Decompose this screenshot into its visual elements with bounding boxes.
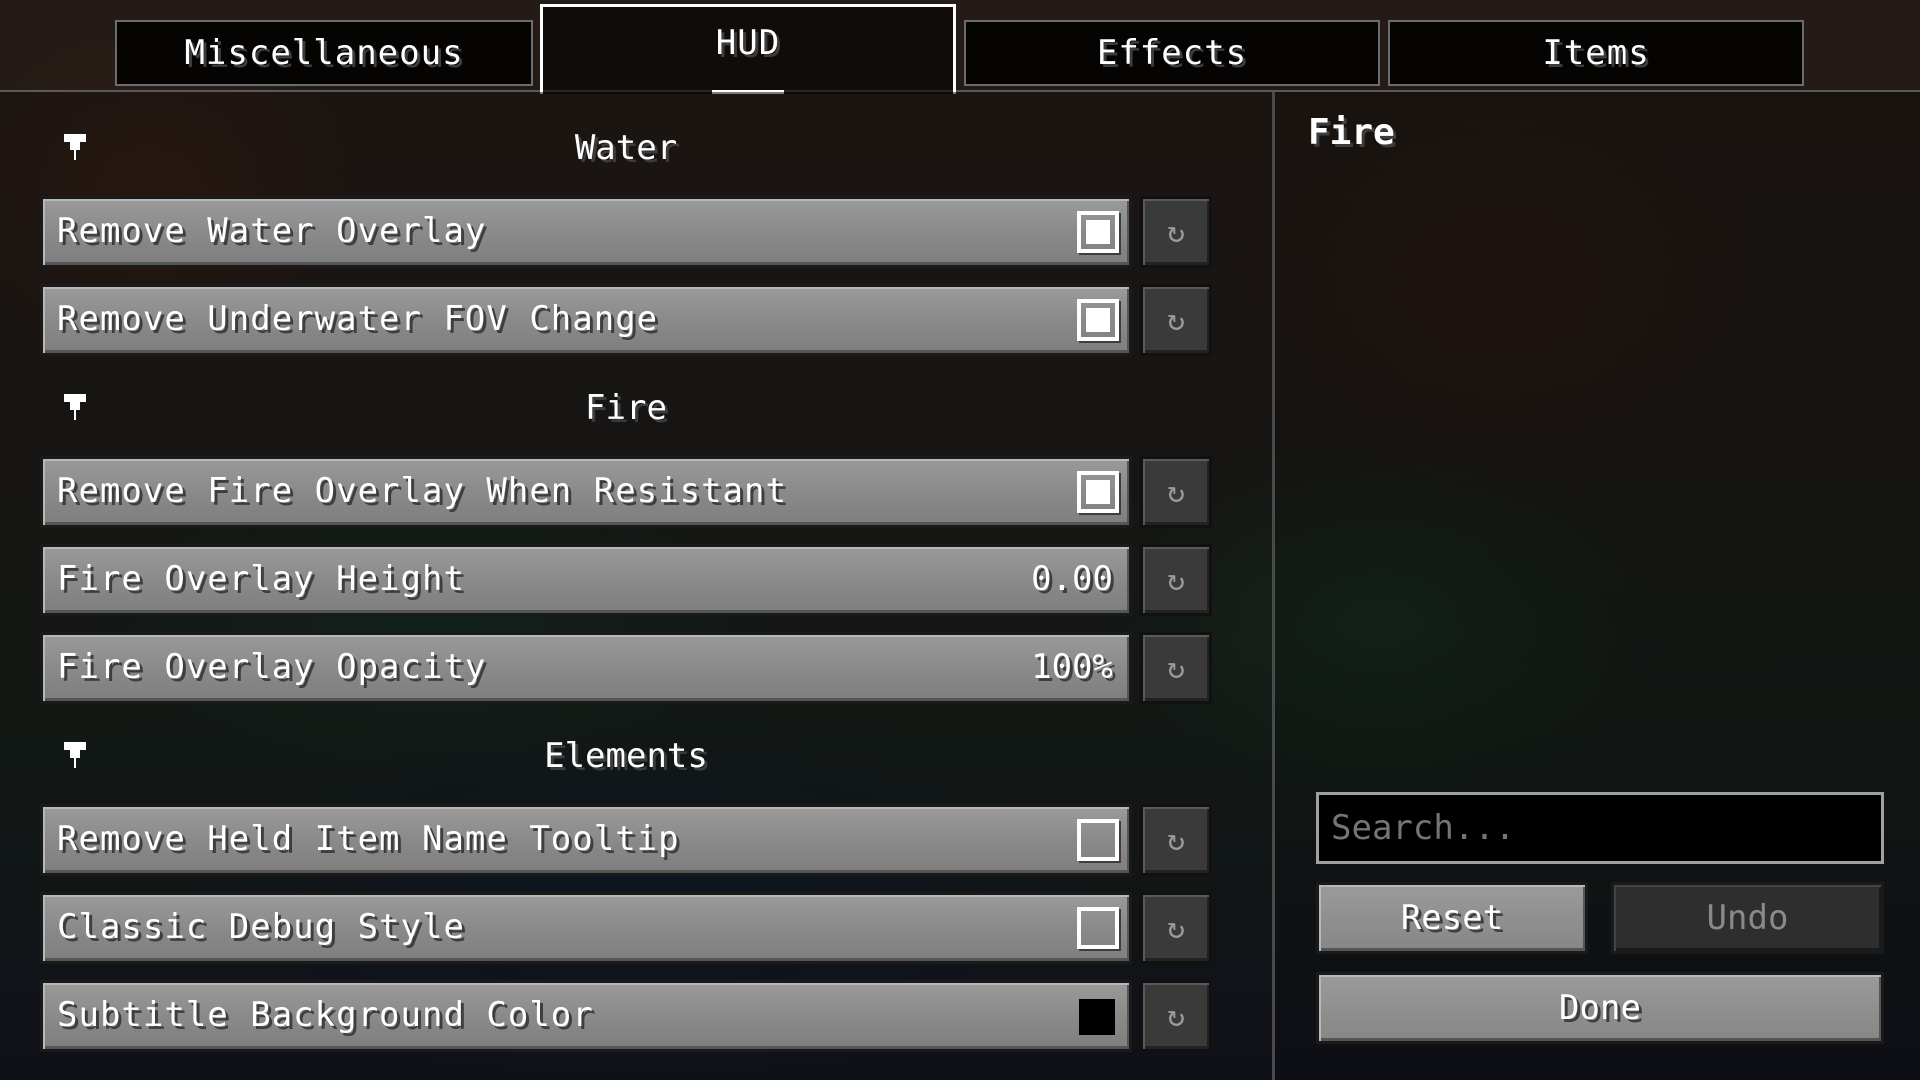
option-checkbox[interactable] bbox=[1077, 471, 1119, 513]
option-label: Remove Underwater FOV Change bbox=[57, 299, 659, 339]
option-checkbox[interactable] bbox=[1077, 299, 1119, 341]
option-label: Classic Debug Style bbox=[57, 907, 465, 947]
reset-option-button[interactable]: ↻ bbox=[1140, 980, 1212, 1052]
done-button[interactable]: Done bbox=[1316, 972, 1884, 1044]
tab-label: Items bbox=[1542, 33, 1650, 73]
reset-option-button[interactable]: ↻ bbox=[1140, 284, 1212, 356]
tab-label: Miscellaneous bbox=[184, 33, 464, 73]
option-label: Remove Held Item Name Tooltip bbox=[57, 819, 680, 859]
tab-label: HUD bbox=[715, 22, 781, 63]
tab-effects[interactable]: Effects bbox=[964, 20, 1380, 86]
option-label: Subtitle Background Color bbox=[57, 995, 594, 1035]
option-label: Fire Overlay Height bbox=[57, 559, 465, 599]
option-row[interactable]: Remove Water Overlay ↻ bbox=[40, 196, 1212, 268]
option-button[interactable]: Remove Held Item Name Tooltip bbox=[40, 804, 1132, 876]
section-header-elements: Elements bbox=[40, 728, 1212, 788]
tab-hud[interactable]: HUD bbox=[540, 4, 956, 94]
option-value: 100% bbox=[1031, 647, 1113, 687]
option-label: Remove Fire Overlay When Resistant bbox=[57, 471, 787, 511]
option-slider[interactable]: Fire Overlay Height 0.00 bbox=[40, 544, 1132, 616]
option-label: Fire Overlay Opacity bbox=[57, 647, 487, 687]
section-title: Fire bbox=[585, 388, 667, 428]
option-checkbox[interactable] bbox=[1077, 819, 1119, 861]
option-button[interactable]: Remove Water Overlay bbox=[40, 196, 1132, 268]
option-button[interactable]: Subtitle Background Color bbox=[40, 980, 1132, 1052]
tab-label: Effects bbox=[1096, 33, 1248, 73]
search-input[interactable] bbox=[1316, 792, 1884, 864]
option-value: 0.00 bbox=[1031, 559, 1113, 599]
option-button[interactable]: Classic Debug Style bbox=[40, 892, 1132, 964]
option-button[interactable]: Remove Fire Overlay When Resistant bbox=[40, 456, 1132, 528]
reset-arrow-icon: ↻ bbox=[1166, 214, 1186, 250]
option-row[interactable]: Remove Underwater FOV Change ↻ bbox=[40, 284, 1212, 356]
section-header-fire: Fire bbox=[40, 380, 1212, 440]
reset-option-button[interactable]: ↻ bbox=[1140, 804, 1212, 876]
option-row[interactable]: Fire Overlay Height 0.00 ↻ bbox=[40, 544, 1212, 616]
reset-arrow-icon: ↻ bbox=[1166, 998, 1186, 1034]
info-panel: Fire Reset Undo Done bbox=[1275, 92, 1920, 1080]
option-checkbox[interactable] bbox=[1077, 211, 1119, 253]
info-title: Fire bbox=[1308, 112, 1395, 153]
option-slider[interactable]: Fire Overlay Opacity 100% bbox=[40, 632, 1132, 704]
reset-arrow-icon: ↻ bbox=[1166, 910, 1186, 946]
undo-button[interactable]: Undo bbox=[1611, 882, 1884, 954]
section-title: Elements bbox=[544, 736, 708, 776]
section-header-water: Water bbox=[40, 120, 1212, 180]
section-title: Water bbox=[574, 128, 678, 168]
reset-arrow-icon: ↻ bbox=[1166, 822, 1186, 858]
reset-arrow-icon: ↻ bbox=[1166, 650, 1186, 686]
options-list: Water Remove Water Overlay ↻ Remove Unde… bbox=[0, 92, 1272, 1080]
option-button[interactable]: Remove Underwater FOV Change bbox=[40, 284, 1132, 356]
option-row[interactable]: Remove Fire Overlay When Resistant ↻ bbox=[40, 456, 1212, 528]
option-row[interactable]: Fire Overlay Opacity 100% ↻ bbox=[40, 632, 1212, 704]
reset-option-button[interactable]: ↻ bbox=[1140, 544, 1212, 616]
reset-option-button[interactable]: ↻ bbox=[1140, 456, 1212, 528]
option-label: Remove Water Overlay bbox=[57, 211, 487, 251]
reset-option-button[interactable]: ↻ bbox=[1140, 632, 1212, 704]
option-row[interactable]: Remove Held Item Name Tooltip ↻ bbox=[40, 804, 1212, 876]
tab-bar: Miscellaneous HUD Effects Items bbox=[0, 0, 1920, 94]
tab-items[interactable]: Items bbox=[1388, 20, 1804, 86]
color-swatch[interactable] bbox=[1079, 999, 1115, 1035]
reset-option-button[interactable]: ↻ bbox=[1140, 892, 1212, 964]
reset-button[interactable]: Reset bbox=[1316, 882, 1588, 954]
reset-arrow-icon: ↻ bbox=[1166, 302, 1186, 338]
option-checkbox[interactable] bbox=[1077, 907, 1119, 949]
reset-arrow-icon: ↻ bbox=[1166, 562, 1186, 598]
reset-arrow-icon: ↻ bbox=[1166, 474, 1186, 510]
tab-miscellaneous[interactable]: Miscellaneous bbox=[115, 20, 533, 86]
reset-option-button[interactable]: ↻ bbox=[1140, 196, 1212, 268]
option-row[interactable]: Classic Debug Style ↻ bbox=[40, 892, 1212, 964]
option-row[interactable]: Subtitle Background Color ↻ bbox=[40, 980, 1212, 1052]
